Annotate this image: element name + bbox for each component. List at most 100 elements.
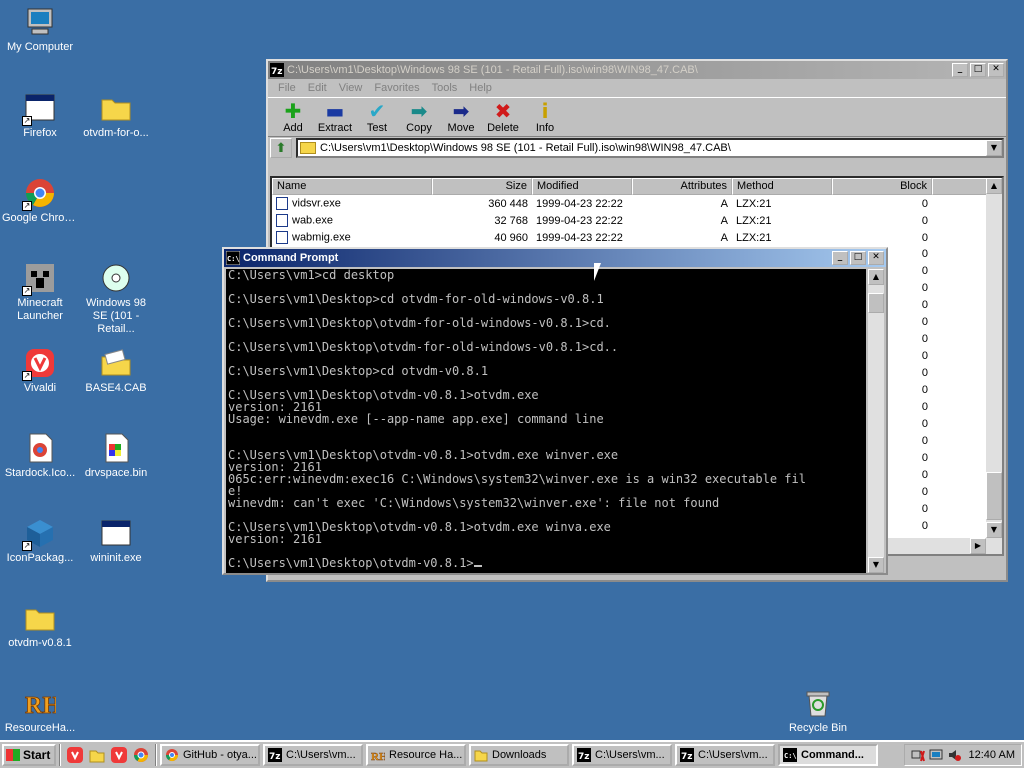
exe-file-icon	[276, 214, 288, 227]
desktop-icon-wininit[interactable]: wininit.exe	[76, 517, 156, 565]
move-button[interactable]: ➡ Move	[440, 100, 482, 134]
desktop-icon-label: BASE4.CAB	[85, 382, 147, 394]
quicklaunch-chrome[interactable]	[130, 744, 152, 766]
volume-muted-icon[interactable]	[947, 748, 961, 762]
test-button[interactable]: ✔ Test	[356, 100, 398, 134]
scroll-thumb[interactable]	[986, 472, 1002, 520]
scroll-thumb[interactable]	[868, 293, 884, 313]
menu-bar: File Edit View Favorites Tools Help	[268, 79, 1006, 97]
command-prompt-titlebar[interactable]: C:\ Command Prompt _ □ ✕	[224, 249, 886, 267]
table-row[interactable]: wab.exe 32 768 1999-04-23 22:22 A LZX:21…	[272, 212, 1002, 229]
desktop-icon-stardock[interactable]: Stardock.Ico...	[0, 432, 80, 480]
menu-favorites[interactable]: Favorites	[368, 82, 425, 94]
menu-file[interactable]: File	[272, 82, 302, 94]
address-field[interactable]: C:\Users\vm1\Desktop\Windows 98 SE (101 …	[296, 138, 1004, 158]
up-arrow-icon: ⬆	[275, 140, 287, 156]
close-button[interactable]: ✕	[868, 251, 884, 265]
desktop-icon-firefox[interactable]: ↗ Firefox	[0, 92, 80, 140]
folder-icon	[300, 142, 316, 154]
column-method[interactable]: Method	[732, 178, 832, 195]
desktop-icon-otvdm-for-old[interactable]: otvdm-for-o...	[76, 92, 156, 140]
shortcut-arrow-icon: ↗	[22, 201, 32, 211]
quicklaunch-explorer[interactable]	[86, 744, 108, 766]
taskbar-button[interactable]: 7z C:\Users\vm...	[263, 744, 363, 766]
minimize-button[interactable]: _	[952, 63, 968, 77]
add-button[interactable]: ✚ Add	[272, 100, 314, 134]
minimize-button[interactable]: _	[832, 251, 848, 265]
desktop-icon-label: drvspace.bin	[84, 467, 148, 479]
column-name[interactable]: Name	[272, 178, 432, 195]
column-size[interactable]: Size	[432, 178, 532, 195]
menu-edit[interactable]: Edit	[302, 82, 333, 94]
7zip-icon: 7z	[577, 748, 591, 762]
tool-label: Delete	[487, 122, 519, 134]
console-scrollbar[interactable]: ▲ ▼	[868, 269, 884, 573]
up-folder-button[interactable]: ⬆	[270, 138, 292, 158]
info-button[interactable]: i Info	[524, 100, 566, 134]
console-output[interactable]: C:\Users\vm1>cd desktop C:\Users\vm1\Desk…	[226, 269, 866, 573]
binary-file-icon	[100, 432, 132, 464]
desktop-icon-minecraft[interactable]: ↗ Minecraft Launcher	[0, 262, 80, 323]
menu-tools[interactable]: Tools	[426, 82, 464, 94]
taskbar-button[interactable]: 7z C:\Users\vm...	[572, 744, 672, 766]
maximize-button[interactable]: □	[970, 63, 986, 77]
column-modified[interactable]: Modified	[532, 178, 632, 195]
firefox-icon: ↗	[22, 92, 56, 126]
file-list-scrollbar[interactable]: ▲ ▼	[986, 178, 1002, 538]
column-attributes[interactable]: Attributes	[632, 178, 732, 195]
menu-view[interactable]: View	[333, 82, 369, 94]
quicklaunch-vivaldi[interactable]	[64, 744, 86, 766]
console-line: C:\Users\vm1\Desktop>cd otvdm-for-old-wi…	[228, 292, 604, 306]
table-row[interactable]: vidsvr.exe 360 448 1999-04-23 22:22 A LZ…	[272, 195, 1002, 212]
taskbar-button-active[interactable]: C:\ Command...	[778, 744, 878, 766]
extract-button[interactable]: ▬ Extract	[314, 100, 356, 134]
start-button[interactable]: Start	[2, 744, 56, 766]
exe-file-icon	[276, 231, 288, 244]
desktop-icon-drvspace[interactable]: drvspace.bin	[76, 432, 156, 480]
folder-icon	[474, 750, 488, 762]
taskbar-button[interactable]: 7z C:\Users\vm...	[675, 744, 775, 766]
scroll-down-button[interactable]: ▼	[986, 522, 1002, 538]
tool-label: Test	[366, 122, 388, 134]
desktop-icon-iconpackager[interactable]: ↗ IconPackag...	[0, 517, 80, 565]
desktop-icon-recycle-bin[interactable]: Recycle Bin	[778, 687, 858, 735]
minus-icon: ▬	[325, 99, 345, 123]
desktop-icon-vivaldi[interactable]: ↗ Vivaldi	[0, 347, 80, 395]
clock[interactable]: 12:40 AM	[969, 749, 1015, 761]
delete-button[interactable]: ✖ Delete	[482, 100, 524, 134]
taskbar-button[interactable]: RH Resource Ha...	[366, 744, 466, 766]
taskbar-button[interactable]: Downloads	[469, 744, 569, 766]
scroll-up-button[interactable]: ▲	[868, 269, 884, 285]
scroll-right-button[interactable]: ▶	[970, 538, 986, 554]
menu-help[interactable]: Help	[463, 82, 498, 94]
desktop-icon-windows98se[interactable]: Windows 98 SE (101 - Retail...	[76, 262, 156, 336]
cell-method: LZX:21	[736, 214, 772, 227]
taskbar-button[interactable]: GitHub - otya...	[160, 744, 260, 766]
desktop-icon-google-chrome[interactable]: ↗ Google Chrome	[0, 177, 80, 225]
quicklaunch-vivaldi-2[interactable]	[108, 744, 130, 766]
tool-label: Info	[535, 122, 555, 134]
shortcut-arrow-icon: ↗	[22, 116, 32, 126]
archive-window-titlebar[interactable]: 7z C:\Users\vm1\Desktop\Windows 98 SE (1…	[268, 61, 1006, 79]
desktop-icon-my-computer[interactable]: My Computer	[0, 6, 80, 54]
console-line: C:\Users\vm1\Desktop\otvdm-v0.8.1>otvdm.…	[228, 448, 619, 462]
scroll-up-button[interactable]: ▲	[986, 178, 1002, 194]
desktop-icon-base4cab[interactable]: BASE4.CAB	[76, 347, 156, 395]
desktop-icon-resourcehacker[interactable]: RH ResourceHa...	[0, 687, 80, 735]
command-prompt-window: C:\ Command Prompt _ □ ✕ C:\Users\vm1>cd…	[222, 247, 888, 575]
column-block[interactable]: Block	[832, 178, 932, 195]
system-tray: 12:40 AM	[903, 744, 1022, 766]
network-icon[interactable]	[911, 748, 925, 762]
svg-text:7z: 7z	[578, 752, 590, 762]
console-line: C:\Users\vm1\Desktop\otvdm-v0.8.1>	[228, 557, 866, 569]
vivaldi-icon	[111, 747, 127, 763]
close-button[interactable]: ✕	[988, 63, 1004, 77]
resourcehacker-icon: RH	[24, 687, 62, 720]
desktop-icon-otvdm-folder[interactable]: otvdm-v0.8.1	[0, 602, 80, 650]
table-row[interactable]: wabmig.exe 40 960 1999-04-23 22:22 A LZX…	[272, 229, 1002, 246]
address-dropdown-button[interactable]: ▼	[986, 140, 1002, 156]
maximize-button[interactable]: □	[850, 251, 866, 265]
monitor-icon[interactable]	[929, 748, 943, 762]
copy-button[interactable]: ➡ Copy	[398, 100, 440, 134]
scroll-down-button[interactable]: ▼	[868, 557, 884, 573]
